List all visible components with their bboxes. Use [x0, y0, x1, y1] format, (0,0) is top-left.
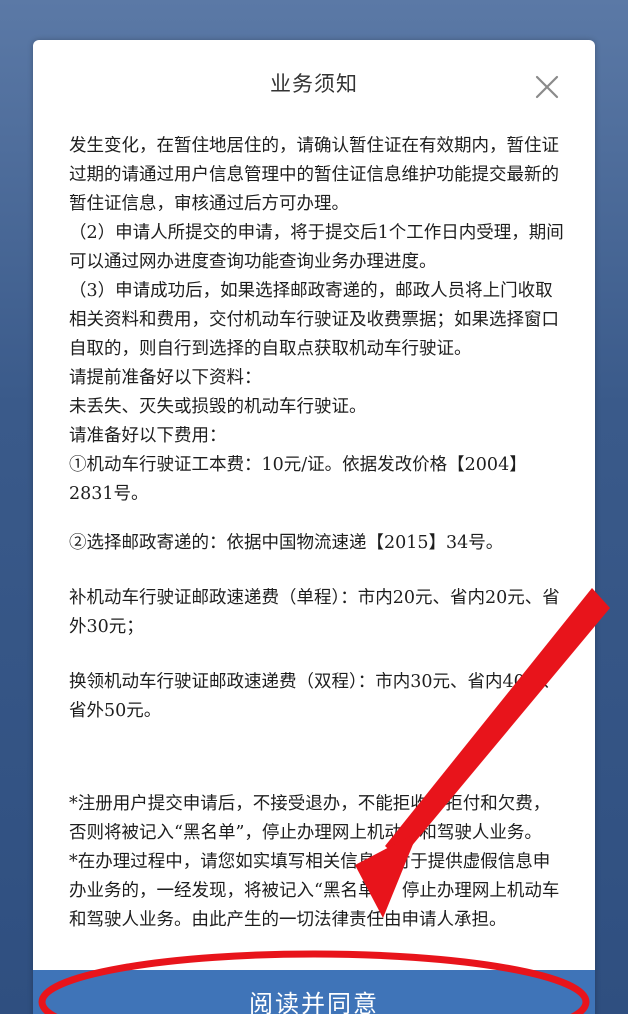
- notice-paragraph: 未丢失、灭失或损毁的机动车行驶证。: [69, 397, 367, 417]
- agree-button-label: 阅读并同意: [249, 990, 379, 1014]
- agree-button[interactable]: 阅读并同意: [33, 970, 595, 1014]
- fee-item: 换领机动车行驶证邮政速递费（双程）：市内30元、省内40元、省外50元。: [69, 672, 560, 721]
- fee-item: 补机动车行驶证邮政速递费（单程）：市内20元、省内20元、省外30元；: [69, 588, 560, 637]
- close-icon: [535, 75, 559, 99]
- notice-paragraph: 请提前准备好以下资料：: [69, 368, 262, 388]
- warning-paragraph: *在办理过程中，请您如实填写相关信息，对于提供虚假信息申办业务的，一经发现，将被…: [69, 852, 560, 930]
- close-button[interactable]: [532, 72, 562, 102]
- notice-content: 发生变化，在暂住地居住的，请确认暂住证在有效期内，暂住证过期的请通过用户信息管理…: [69, 132, 564, 935]
- notice-dialog: 业务须知 发生变化，在暂住地居住的，请确认暂住证在有效期内，暂住证过期的请通过用…: [33, 40, 595, 1014]
- fee-item: ②选择邮政寄递的：依据中国物流速递【2015】34号。: [69, 533, 504, 553]
- notice-paragraph: 发生变化，在暂住地居住的，请确认暂住证在有效期内，暂住证过期的请通过用户信息管理…: [69, 136, 559, 214]
- notice-paragraph: 请准备好以下费用：: [69, 426, 227, 446]
- notice-paragraph: （2）申请人所提交的申请，将于提交后1个工作日内受理，期间可以通过网办进度查询功…: [69, 223, 564, 272]
- notice-paragraph: （3）申请成功后，如果选择邮政寄递的，邮政人员将上门收取相关资料和费用，交付机动…: [69, 281, 559, 359]
- fee-item: ①机动车行驶证工本费：10元/证。依据发改价格【2004】2831号。: [69, 455, 527, 504]
- warning-paragraph: *注册用户提交申请后，不接受退办，不能拒收、拒付和欠费，否则将被记入“黑名单”，…: [69, 794, 551, 843]
- dialog-title: 业务须知: [270, 72, 358, 96]
